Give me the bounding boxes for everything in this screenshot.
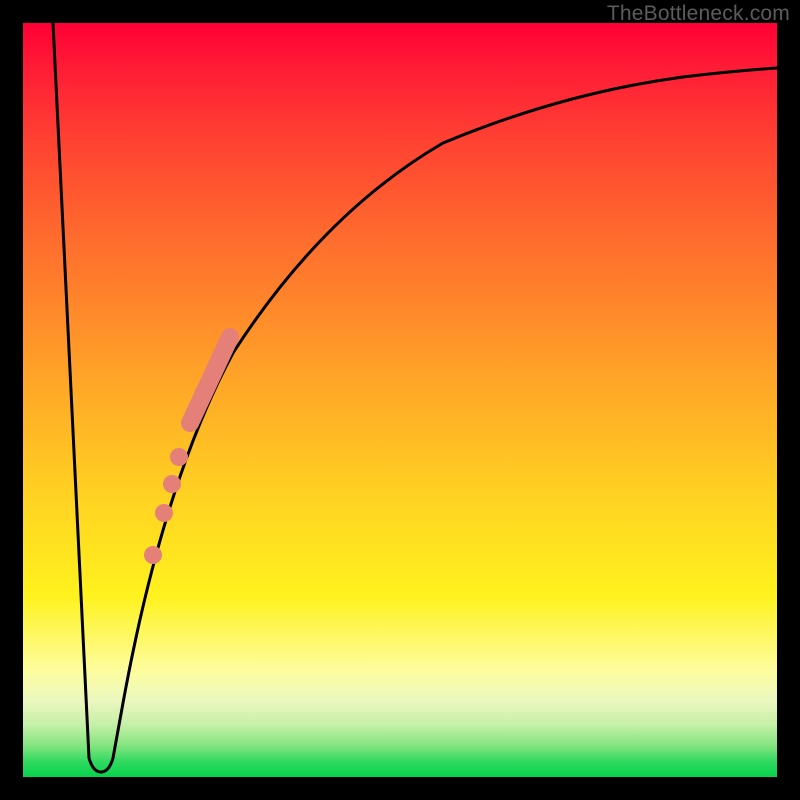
bottleneck-curve bbox=[53, 23, 777, 772]
chart-svg bbox=[23, 23, 777, 777]
plot-area bbox=[23, 23, 777, 777]
marker-dot bbox=[144, 546, 162, 564]
watermark-text: TheBottleneck.com bbox=[607, 2, 790, 26]
marker-dot bbox=[170, 448, 188, 466]
marker-dot bbox=[163, 475, 181, 493]
marker-dot bbox=[155, 504, 173, 522]
marker-segment bbox=[190, 337, 230, 423]
outer-frame: TheBottleneck.com bbox=[0, 0, 800, 800]
